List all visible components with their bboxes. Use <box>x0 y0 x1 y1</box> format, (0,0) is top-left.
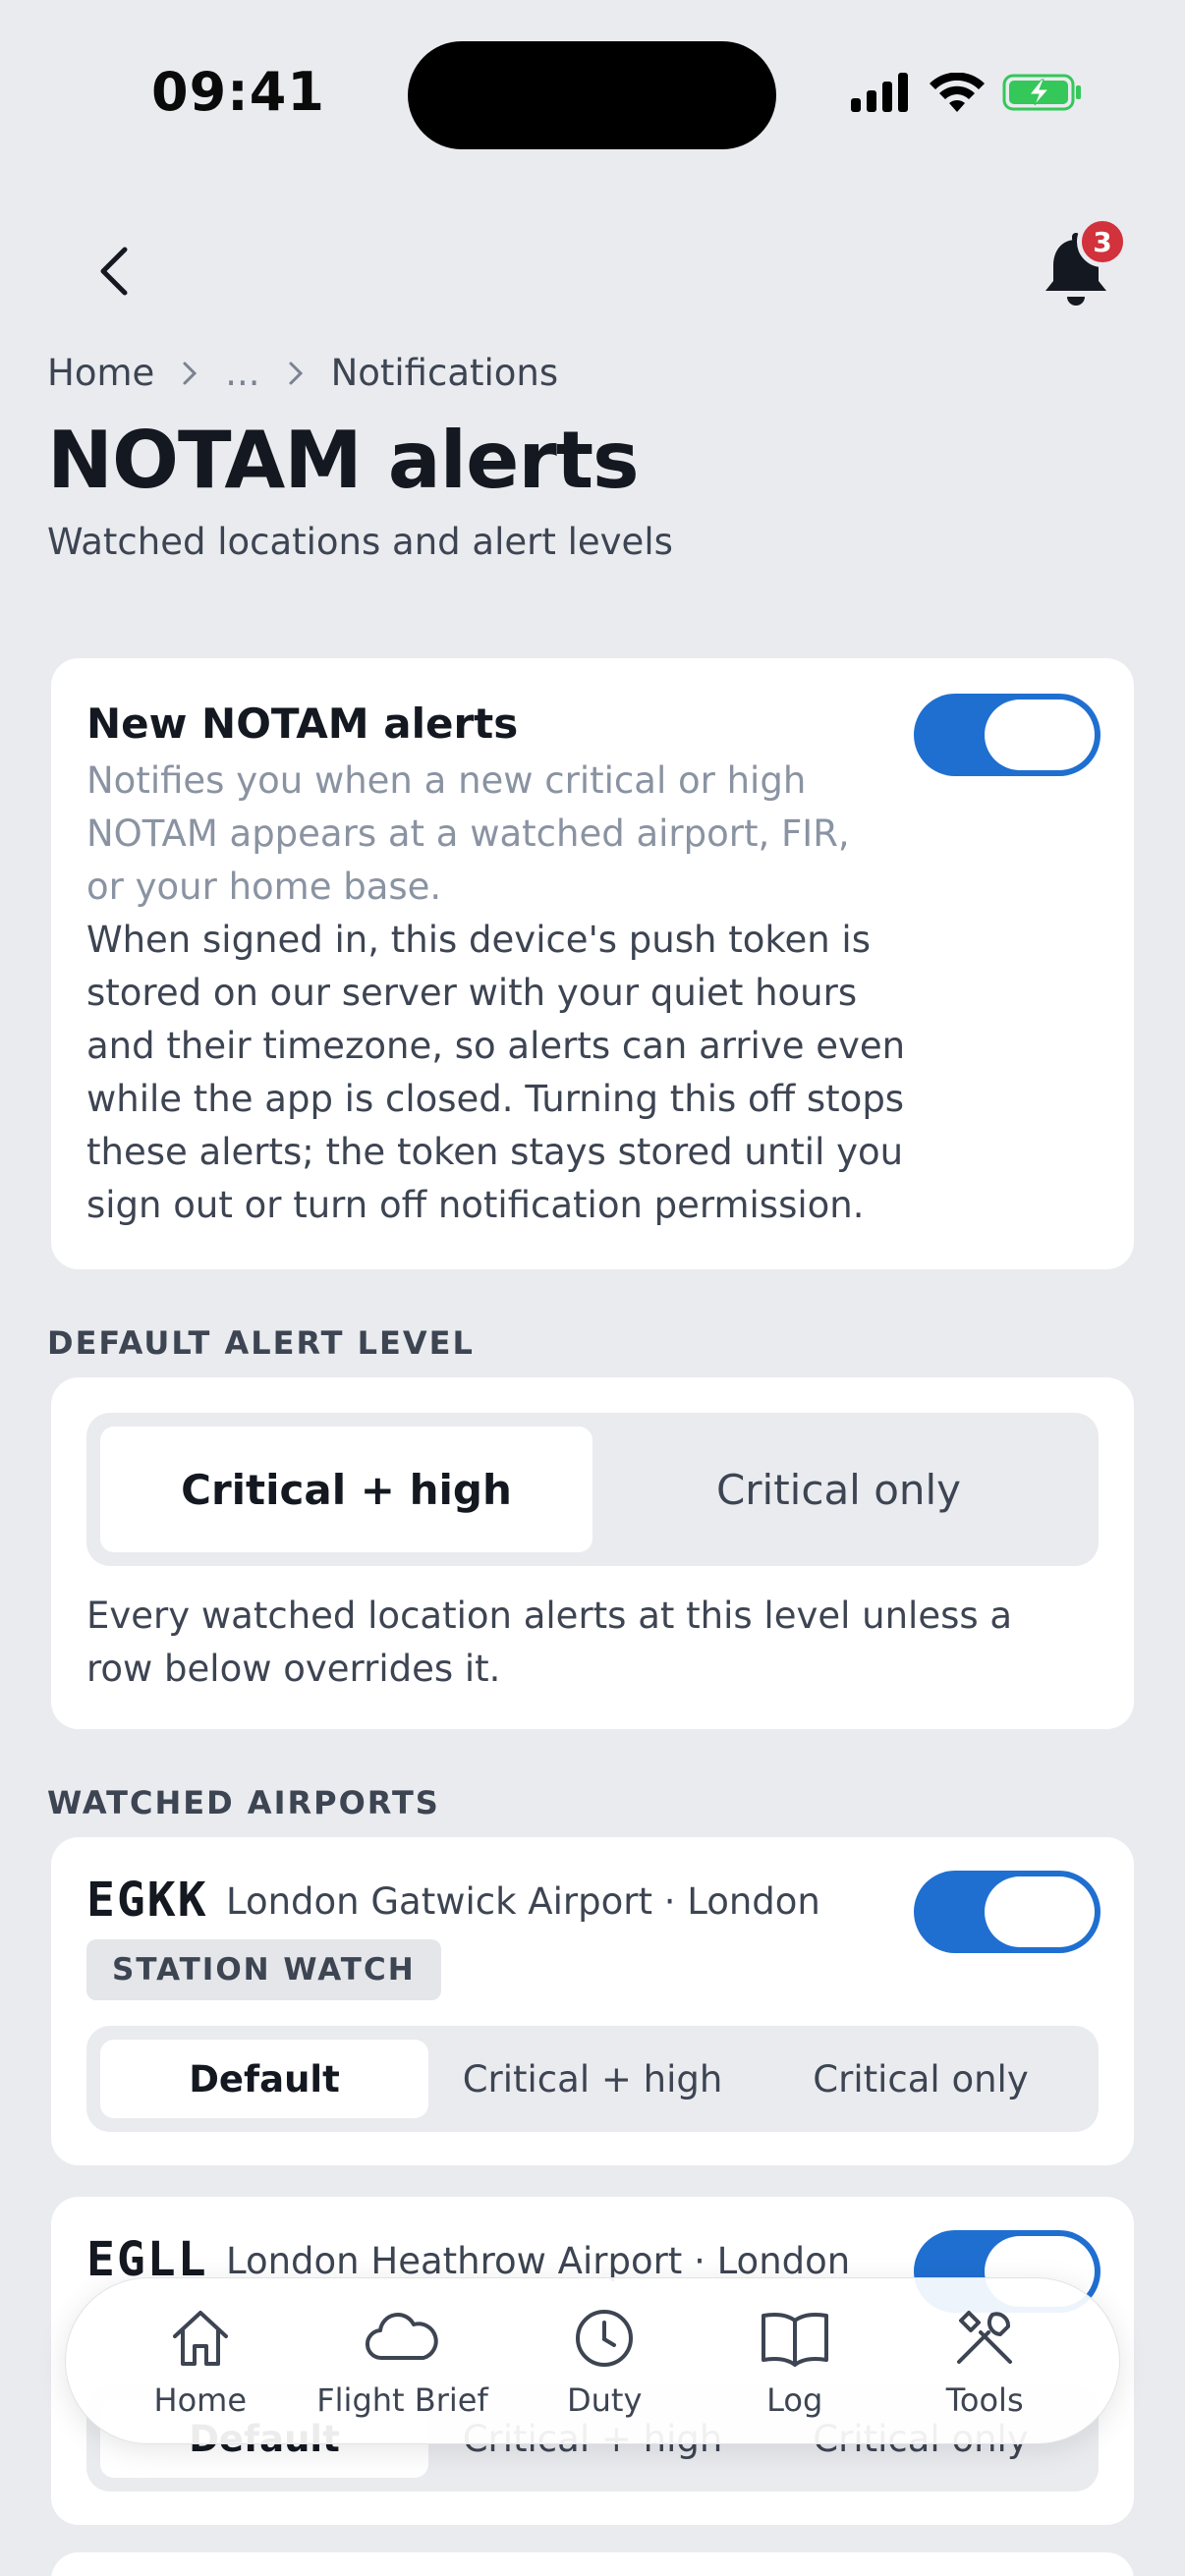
tools-icon <box>957 2311 1013 2364</box>
wifi-icon <box>930 72 985 116</box>
dynamic-island <box>408 41 776 149</box>
airport-name: London Heathrow Airport · London <box>226 2240 851 2282</box>
page-subtitle: Watched locations and alert levels <box>47 521 673 563</box>
book-icon <box>761 2313 828 2367</box>
default-level-segmented-control: Critical + high Critical only <box>86 1413 1099 1566</box>
airport-icao: EGKK <box>86 1873 208 1928</box>
cloud-icon <box>366 2313 439 2361</box>
breadcrumb-ellipsis[interactable]: ... <box>225 352 259 394</box>
watched-airports-section-label: WATCHED AIRPORTS <box>47 1784 440 1821</box>
toggle-knob <box>985 700 1095 770</box>
airport-name: London Gatwick Airport · London <box>226 1880 820 1923</box>
toggle-knob <box>985 1876 1095 1947</box>
tab-home[interactable]: Home <box>127 2303 274 2419</box>
breadcrumb-home[interactable]: Home <box>47 352 154 394</box>
battery-charging-icon <box>1002 73 1083 116</box>
clock-icon <box>576 2310 634 2367</box>
tab-label: Tools <box>945 2381 1024 2419</box>
default-level-description: Every watched location alerts at this le… <box>86 1595 1013 1690</box>
station-watch-chip: STATION WATCH <box>86 1939 441 2000</box>
new-alerts-body: When signed in, this device's push token… <box>86 919 906 1226</box>
notification-badge: 3 <box>1077 216 1128 267</box>
airport-level-critical-only[interactable]: Critical only <box>757 2040 1085 2118</box>
tab-log[interactable]: Log <box>721 2303 869 2419</box>
airport-watch-toggle[interactable] <box>914 1871 1100 1953</box>
cellular-signal-icon <box>851 73 912 116</box>
airport-level-default[interactable]: Default <box>100 2040 428 2118</box>
home-icon <box>172 2311 228 2366</box>
chevron-right-icon <box>182 360 198 387</box>
back-button[interactable] <box>79 232 147 310</box>
level-option-critical-only[interactable]: Critical only <box>592 1427 1085 1552</box>
airport-level-critical-high[interactable]: Critical + high <box>428 2040 757 2118</box>
tab-flight-brief[interactable]: Flight Brief <box>316 2303 488 2419</box>
tab-label: Duty <box>567 2381 643 2419</box>
tab-duty[interactable]: Duty <box>531 2303 678 2419</box>
bottom-tab-bar: Home Flight Brief Duty Log Tools <box>65 2277 1120 2444</box>
new-alerts-title: New NOTAM alerts <box>86 700 519 748</box>
status-time: 09:41 <box>151 61 325 123</box>
breadcrumb-current: Notifications <box>330 352 559 394</box>
new-alerts-hint: Notifies you when a new critical or high… <box>86 759 850 908</box>
tab-label: Log <box>766 2381 823 2419</box>
page-title: NOTAM alerts <box>47 415 640 506</box>
tab-tools[interactable]: Tools <box>911 2303 1058 2419</box>
chevron-right-icon <box>288 360 304 387</box>
level-option-critical-high[interactable]: Critical + high <box>100 1427 592 1552</box>
new-alerts-card: New NOTAM alerts Notifies you when a new… <box>51 658 1134 1269</box>
airport-row <box>51 2552 1134 2576</box>
airport-level-segmented-control: Default Critical + high Critical only <box>86 2026 1099 2132</box>
breadcrumb: Home ... Notifications <box>47 352 558 394</box>
new-alerts-toggle[interactable] <box>914 694 1100 776</box>
default-level-section-label: DEFAULT ALERT LEVEL <box>47 1324 475 1362</box>
airport-row: EGKK London Gatwick Airport · London STA… <box>51 1837 1134 2165</box>
status-icons <box>851 72 1083 116</box>
status-bar: 09:41 <box>0 0 1185 196</box>
tab-label: Flight Brief <box>316 2381 488 2419</box>
tab-label: Home <box>153 2381 248 2419</box>
chevron-left-icon <box>100 247 128 296</box>
default-level-card: Critical + high Critical only Every watc… <box>51 1377 1134 1729</box>
